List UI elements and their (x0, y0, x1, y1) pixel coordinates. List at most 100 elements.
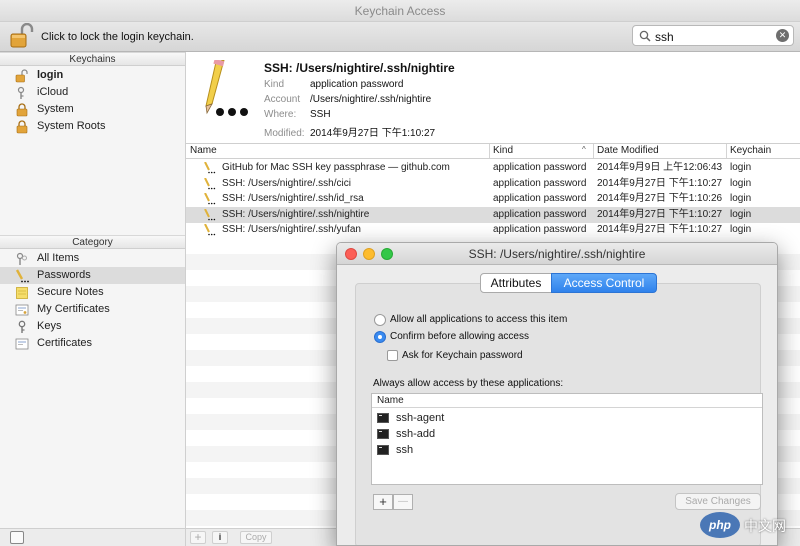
show-sidebar-toggle[interactable] (10, 531, 24, 544)
add-button[interactable]: + (190, 531, 206, 544)
cell-name: SSH: /Users/nightire/.ssh/yufan (222, 224, 361, 235)
cell-name: SSH: /Users/nightire/.ssh/id_rsa (222, 193, 364, 204)
sidebar-item-secure-notes[interactable]: Secure Notes (0, 284, 185, 301)
popup-title: SSH: /Users/nightire/.ssh/nightire (337, 243, 777, 265)
confirm-radio[interactable] (374, 331, 386, 343)
zoom-window-button[interactable] (381, 248, 393, 260)
table-row[interactable]: SSH: /Users/nightire/.ssh/id_rsa applicat… (186, 191, 800, 207)
apps-column-header[interactable]: Name (372, 394, 762, 408)
sidebar-item-label: Passwords (37, 269, 91, 281)
password-pencil-icon (205, 60, 248, 116)
key-icon (18, 320, 26, 333)
column-header-kind[interactable]: Kind (493, 145, 513, 156)
sidebar-item-label: Certificates (37, 337, 93, 349)
certificate-icon (15, 338, 29, 350)
pencil-dots-icon (204, 193, 216, 205)
cell-name: SSH: /Users/nightire/.ssh/cici (222, 177, 351, 189)
detail-kind: Kind application password (264, 79, 404, 90)
allow-all-radio[interactable] (374, 314, 386, 326)
search-value: ssh (655, 30, 674, 44)
detail-modified: Modified: 2014年9月27日 下午1:10:27 (264, 128, 436, 139)
add-app-button[interactable]: + (373, 494, 393, 510)
always-allow-label: Always allow access by these application… (373, 378, 564, 389)
item-info-window: SSH: /Users/nightire/.ssh/nightire Attri… (336, 242, 778, 546)
sidebar-item-icloud[interactable]: iCloud (0, 84, 185, 101)
padlock-icon (16, 120, 28, 134)
padlock-icon (16, 103, 28, 117)
cell-date: 2014年9月27日 下午1:10:27 (597, 208, 723, 220)
keys-icon (16, 252, 27, 265)
cell-name: SSH: /Users/nightire/.ssh/nightire (222, 208, 370, 220)
table-row[interactable]: SSH: /Users/nightire/.ssh/cici applicatio… (186, 176, 800, 192)
lock-label[interactable]: Click to lock the login keychain. (41, 31, 194, 43)
sidebar-item-label: All Items (37, 252, 80, 264)
cell-date: 2014年9月27日 下午1:10:26 (597, 193, 723, 204)
watermark-text: 中文网 (744, 518, 786, 534)
table-row[interactable]: GitHub for Mac SSH key passphrase — gith… (186, 160, 800, 176)
terminal-icon (377, 413, 389, 423)
sidebar-item-label: Keys (37, 320, 62, 332)
pencil-dots-icon (204, 177, 216, 189)
cell-name: GitHub for Mac SSH key passphrase — gith… (222, 162, 450, 173)
allowed-apps-list[interactable]: Name ssh-agent ssh-add ssh (371, 393, 763, 485)
sort-ascending-icon: ^ (582, 145, 586, 154)
category-header: Category (0, 235, 185, 249)
remove-app-button[interactable]: — (393, 494, 413, 510)
pencil-dots-icon (204, 162, 216, 174)
window-title: Keychain Access (0, 0, 800, 22)
certificate-icon (15, 304, 29, 316)
sidebar-item-system-roots[interactable]: System Roots (0, 118, 185, 135)
cell-date: 2014年9月9日 上午12:06:43 (597, 162, 723, 173)
unlocked-padlock-icon[interactable] (10, 22, 34, 49)
cell-keychain: login (730, 208, 752, 220)
keychain-icon (17, 86, 25, 99)
cell-keychain: login (730, 177, 752, 189)
detail-account: Account/Users/nightire/.ssh/nightire (264, 94, 432, 105)
sidebar-item-system[interactable]: System (0, 101, 185, 118)
sidebar-item-label: System Roots (37, 120, 106, 132)
cell-date: 2014年9月27日 下午1:10:27 (597, 224, 723, 235)
table-row[interactable]: SSH: /Users/nightire/.ssh/yufan applicati… (186, 222, 800, 238)
copy-button[interactable]: Copy (240, 531, 272, 544)
cell-kind: application password (493, 177, 587, 189)
sidebar-item-label: login (37, 69, 64, 81)
ask-password-label[interactable]: Ask for Keychain password (402, 350, 523, 361)
column-header-date-modified[interactable]: Date Modified (597, 145, 659, 156)
minimize-window-button[interactable] (363, 248, 375, 260)
cell-date: 2014年9月27日 下午1:10:27 (597, 177, 723, 189)
sidebar-item-my-certificates[interactable]: My Certificates (0, 301, 185, 318)
confirm-label[interactable]: Confirm before allowing access (390, 331, 529, 342)
column-header-name[interactable]: Name (190, 145, 217, 156)
pencil-dots-icon (204, 224, 216, 236)
sidebar-item-passwords[interactable]: Passwords (0, 267, 185, 284)
php-logo: php (700, 512, 740, 538)
sidebar-item-label: iCloud (37, 86, 69, 98)
unlocked-padlock-icon (15, 69, 28, 83)
note-icon (16, 287, 28, 299)
sidebar-item-label: My Certificates (37, 303, 110, 315)
sidebar-item-all-items[interactable]: All Items (0, 250, 185, 267)
terminal-icon (377, 445, 389, 455)
search-input[interactable]: ssh ✕ (632, 25, 794, 46)
cell-keychain: login (730, 162, 752, 173)
sidebar-item-keys[interactable]: Keys (0, 318, 185, 335)
save-changes-button[interactable]: Save Changes (675, 493, 761, 510)
detail-title: SSH: /Users/nightire/.ssh/nightire (264, 61, 455, 75)
close-window-button[interactable] (345, 248, 357, 260)
allow-all-label[interactable]: Allow all applications to access this it… (390, 314, 567, 325)
column-header-keychain[interactable]: Keychain (730, 145, 771, 156)
search-icon (639, 30, 651, 42)
sidebar-item-login[interactable]: login (0, 67, 185, 84)
info-button[interactable]: i (212, 531, 228, 544)
table-row[interactable]: SSH: /Users/nightire/.ssh/nightire applic… (186, 206, 800, 223)
sidebar-item-certificates[interactable]: Certificates (0, 335, 185, 352)
pencil-dots-icon (15, 269, 29, 283)
sidebar: Keychains login iCloud System System Roo… (0, 52, 186, 546)
tab-attributes[interactable]: Attributes (480, 273, 552, 293)
table-header: Name Kind ^ Date Modified Keychain (186, 144, 800, 159)
keychains-header: Keychains (0, 52, 185, 66)
tab-access-control[interactable]: Access Control (551, 273, 657, 293)
clear-search-icon[interactable]: ✕ (776, 29, 789, 42)
ask-password-checkbox[interactable] (387, 350, 398, 361)
sidebar-item-label: Secure Notes (37, 286, 104, 298)
